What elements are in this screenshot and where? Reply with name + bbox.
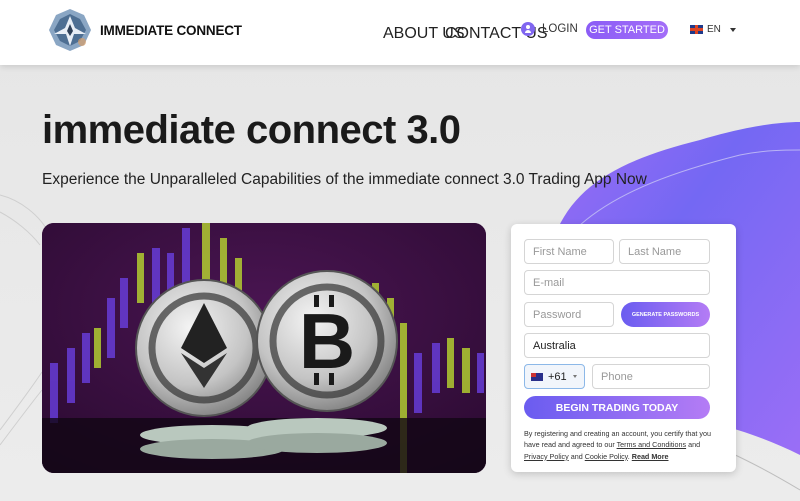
first-name-input[interactable]: First Name	[524, 239, 614, 264]
read-more-link[interactable]: Read More	[632, 452, 669, 461]
email-input[interactable]: E-mail	[524, 270, 710, 295]
phone-input[interactable]: Phone	[592, 364, 710, 389]
user-circle-icon	[521, 22, 535, 36]
dial-code-select[interactable]: +61	[524, 364, 585, 389]
legal-disclaimer: By registering and creating an account, …	[524, 428, 724, 462]
terms-link[interactable]: Terms and Conditions	[617, 440, 687, 449]
privacy-link[interactable]: Privacy Policy	[524, 452, 569, 461]
hero-subtitle: Experience the Unparalleled Capabilities…	[42, 171, 647, 188]
hero-title: immediate connect 3.0	[42, 108, 461, 152]
chevron-down-icon	[729, 27, 736, 32]
dial-code-value: +61	[548, 370, 567, 383]
chevron-down-icon	[572, 375, 577, 378]
cookie-link[interactable]: Cookie Policy	[585, 452, 628, 461]
svg-text:B: B	[299, 297, 355, 385]
last-name-input[interactable]: Last Name	[619, 239, 710, 264]
crypto-coins-illustration: B	[42, 223, 486, 473]
legal-text: and	[686, 440, 701, 450]
begin-trading-button[interactable]: BEGIN TRADING TODAY	[524, 396, 710, 419]
australia-flag-icon	[531, 372, 543, 381]
brand-name: IMMEDIATE CONNECT	[100, 22, 242, 38]
get-started-button[interactable]: GET STARTED	[586, 21, 668, 39]
language-label: EN	[707, 24, 721, 35]
uk-flag-icon	[690, 25, 703, 34]
country-select[interactable]: Australia	[524, 333, 710, 358]
login-label: LOGIN	[542, 23, 578, 35]
brand-logo[interactable]: IMMEDIATE CONNECT	[46, 6, 242, 54]
language-selector[interactable]: EN	[690, 24, 736, 35]
hero-image: B	[42, 223, 486, 473]
legal-text: and	[568, 451, 585, 461]
crystal-star-logo-icon	[49, 9, 91, 51]
signup-form: First Name Last Name E-mail Password GEN…	[511, 224, 736, 472]
password-input[interactable]: Password	[524, 302, 614, 327]
nav-login[interactable]: LOGIN	[521, 22, 578, 36]
site-header: IMMEDIATE CONNECT ABOUT US CONTACT US LO…	[0, 0, 800, 65]
generate-passwords-button[interactable]: GENERATE PASSWORDS	[621, 302, 710, 327]
